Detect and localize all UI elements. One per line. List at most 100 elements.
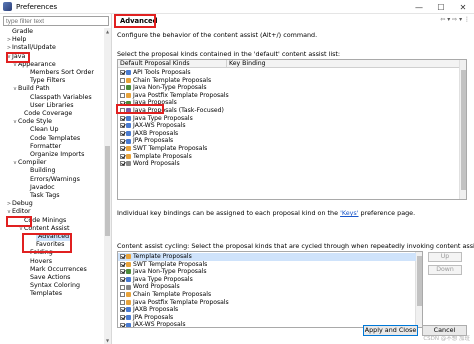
maximize-button[interactable]: ☐ [430, 0, 452, 14]
tree-item[interactable]: > Install/Update [6, 44, 56, 52]
tree-item[interactable]: Syntax Coloring [24, 282, 80, 290]
default-table-scrollbar[interactable] [459, 60, 466, 199]
tree-item[interactable]: Mark Occurrences [24, 266, 87, 274]
tree-item[interactable]: v Compiler [12, 159, 47, 167]
checkbox[interactable] [120, 315, 125, 321]
checkbox[interactable] [120, 269, 125, 275]
checkbox[interactable] [120, 299, 125, 305]
tree-item[interactable]: Javadoc [24, 184, 55, 192]
tree-item[interactable]: Errors/Warnings [24, 176, 80, 184]
table-row[interactable]: Word Proposals [118, 283, 416, 291]
tree-item[interactable]: Organize Imports [24, 151, 84, 159]
table-row[interactable]: Chain Template Proposals [118, 291, 416, 299]
keys-link[interactable]: 'Keys' [340, 209, 358, 217]
checkbox[interactable] [120, 70, 125, 76]
table-row[interactable]: Java Non-Type Proposals [118, 84, 460, 92]
up-button[interactable]: Up [428, 252, 462, 262]
tree-item[interactable]: v Appearance [12, 61, 56, 69]
tree-item-label: Save Actions [30, 274, 71, 281]
checkbox[interactable] [120, 100, 125, 106]
table-row[interactable]: Java Proposals (Task-Focused) [118, 107, 460, 115]
checkbox[interactable] [120, 307, 125, 313]
checkbox[interactable] [120, 115, 125, 121]
scroll-up-icon[interactable]: ▲ [104, 28, 111, 35]
tree-item[interactable]: Task Tags [24, 192, 60, 200]
checkbox[interactable] [120, 131, 125, 137]
table-row[interactable]: Template Proposals [118, 153, 460, 161]
tree-item[interactable]: v Editor [6, 208, 31, 216]
table-row[interactable]: SWT Template Proposals [118, 261, 416, 269]
tree-item[interactable]: Hovers [24, 258, 52, 266]
tree-scrollbar[interactable]: ▲ ▼ [104, 28, 111, 344]
checkbox[interactable] [120, 292, 125, 298]
table-row[interactable]: API Tools Proposals [118, 69, 460, 77]
checkbox[interactable] [120, 261, 125, 267]
table-row[interactable]: JPA Proposals [118, 137, 460, 145]
tree-item[interactable]: Templates [24, 290, 62, 298]
table-row[interactable]: Word Proposals [118, 160, 460, 168]
checkbox[interactable] [120, 153, 125, 159]
default-proposal-table[interactable]: Default Proposal Kinds Key Binding API T… [117, 59, 467, 200]
tree-item[interactable]: User Libraries [24, 102, 74, 110]
checkbox[interactable] [120, 123, 125, 129]
table-row[interactable]: Java Postfix Template Proposals [118, 92, 460, 100]
tree-item[interactable]: Gradle [6, 28, 33, 36]
tree-item[interactable]: Code Coverage [18, 110, 72, 118]
checkbox[interactable] [120, 138, 125, 144]
tree-item[interactable]: Advanced [30, 233, 72, 242]
filter-input[interactable] [3, 16, 109, 26]
checkbox[interactable] [120, 146, 125, 152]
tree-item[interactable]: Formatter [24, 143, 61, 151]
tree-item[interactable]: v Code Style [12, 118, 52, 126]
checkbox[interactable] [120, 93, 125, 99]
column-header-proposal-kinds[interactable]: Default Proposal Kinds [118, 60, 190, 68]
tree-item[interactable]: Save Actions [24, 274, 70, 282]
proposal-kind-icon [126, 292, 131, 298]
scroll-down-icon[interactable]: ▼ [104, 337, 111, 344]
tree-item[interactable]: Members Sort Order [24, 69, 94, 77]
tree-item[interactable]: Type Filters [24, 77, 65, 85]
tree-item[interactable]: Favorites [30, 241, 64, 249]
down-button[interactable]: Down [428, 265, 462, 275]
cycling-proposal-table[interactable]: Template Proposals SWT Template Proposals… [117, 251, 423, 328]
proposal-kind-label: JAXB Proposals [133, 306, 179, 314]
page-nav-arrows[interactable]: ⇦ ▾ ⇨ ▾ ⋮ [440, 16, 470, 23]
table-row[interactable]: Java Proposals [118, 99, 460, 107]
table-row[interactable]: Java Type Proposals [118, 115, 460, 123]
table-row[interactable]: Template Proposals [118, 253, 416, 261]
tree-scrollbar-thumb[interactable] [105, 146, 110, 236]
checkbox[interactable] [120, 277, 125, 283]
column-header-key-binding[interactable]: Key Binding [226, 60, 266, 68]
table-row[interactable]: JAXB Proposals [118, 306, 416, 314]
tree-item[interactable]: v Content Assist [18, 225, 70, 233]
table-row[interactable]: Chain Template Proposals [118, 77, 460, 85]
tree-item[interactable]: Classpath Variables [24, 94, 92, 102]
tree-item[interactable]: > Help [6, 36, 26, 44]
checkbox[interactable] [120, 161, 125, 167]
table-row[interactable]: JAXB Proposals [118, 130, 460, 138]
checkbox[interactable] [120, 108, 125, 114]
tree-item[interactable]: > Debug [6, 200, 33, 208]
table-row[interactable]: JAX-WS Proposals [118, 122, 460, 130]
table-row[interactable]: Java Non-Type Proposals [118, 268, 416, 276]
checkbox[interactable] [120, 77, 125, 83]
close-button[interactable]: ✕ [452, 0, 474, 14]
tree-item[interactable]: Code Templates [24, 135, 80, 143]
cycling-table-scrollbar[interactable] [415, 252, 422, 327]
checkbox[interactable] [120, 85, 125, 91]
tree-item[interactable]: v Build Path [12, 85, 50, 93]
tree-item[interactable]: Code Minings [18, 217, 66, 225]
checkbox[interactable] [120, 322, 125, 327]
table-row[interactable]: JPA Proposals [118, 314, 416, 322]
minimize-button[interactable]: — [408, 0, 430, 14]
table-row[interactable]: SWT Template Proposals [118, 145, 460, 153]
table-row[interactable]: Java Type Proposals [118, 276, 416, 284]
apply-and-close-button[interactable]: Apply and Close [363, 325, 418, 336]
tree-item[interactable]: v Java [6, 53, 26, 61]
checkbox[interactable] [120, 254, 125, 260]
checkbox[interactable] [120, 284, 125, 290]
tree-item[interactable]: Folding [24, 249, 53, 257]
tree-item[interactable]: Clean Up [24, 126, 58, 134]
table-row[interactable]: Java Postfix Template Proposals [118, 299, 416, 307]
tree-item[interactable]: Building [24, 167, 56, 175]
